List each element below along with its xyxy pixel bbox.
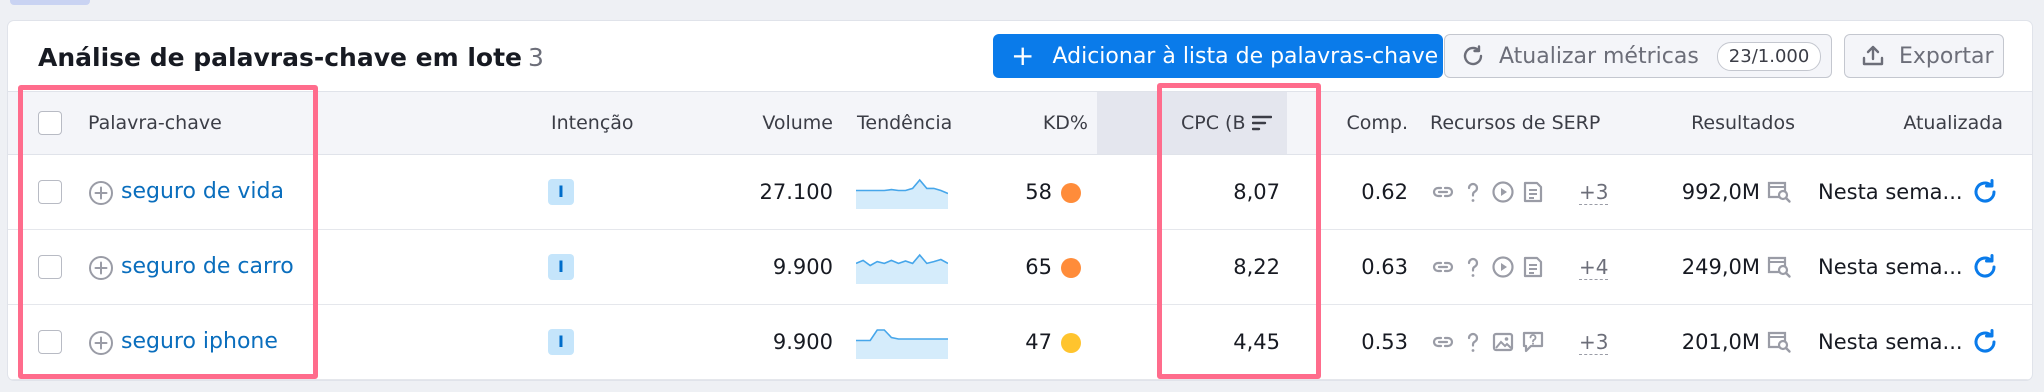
intent-badge: I xyxy=(548,179,574,205)
serp-more-link[interactable]: +3 xyxy=(1579,305,1609,379)
video-icon xyxy=(1490,254,1516,284)
column-serp-features[interactable]: Recursos de SERP xyxy=(1430,92,1600,154)
kd-value: 47 xyxy=(1025,330,1052,354)
refresh-metrics-button[interactable]: Atualizar métricas 23/1.000 xyxy=(1444,34,1832,78)
volume-value: 9.900 xyxy=(772,255,833,279)
serp-more-count: +3 xyxy=(1579,180,1609,205)
video-icon xyxy=(1490,179,1516,209)
question-icon xyxy=(1460,254,1486,284)
panel-title: Análise de palavras-chave em lote 3 xyxy=(38,43,544,72)
refresh-row-icon[interactable] xyxy=(1970,177,2000,207)
keyword-column-highlight-box xyxy=(18,85,318,379)
question-icon xyxy=(1460,179,1486,209)
export-icon xyxy=(1862,45,1884,66)
serp-more-count: +4 xyxy=(1579,255,1609,280)
top-strip xyxy=(0,0,2044,18)
updated-value: Nesta sema... xyxy=(1818,330,1963,354)
keyword-count: 3 xyxy=(528,43,544,72)
serp-more-count: +3 xyxy=(1579,330,1609,355)
panel-title-text: Análise de palavras-chave em lote xyxy=(38,43,523,72)
trend-sparkline xyxy=(855,250,949,288)
faq-icon xyxy=(1520,329,1546,359)
kd-difficulty-dot xyxy=(1061,333,1081,353)
comp-value: 0.63 xyxy=(1361,255,1408,279)
kd-difficulty-dot xyxy=(1061,258,1081,278)
results-value: 992,0M xyxy=(1681,180,1760,204)
kd-value: 65 xyxy=(1025,255,1052,279)
kd-value: 58 xyxy=(1025,180,1052,204)
column-trend[interactable]: Tendência xyxy=(857,92,952,154)
question-icon xyxy=(1460,329,1486,359)
link-icon xyxy=(1430,329,1456,359)
serp-more-link[interactable]: +4 xyxy=(1579,230,1609,304)
serp-snapshot-icon[interactable] xyxy=(1766,179,1792,205)
column-results[interactable]: Resultados xyxy=(1608,92,1795,154)
kd-difficulty-dot xyxy=(1061,183,1081,203)
volume-value: 9.900 xyxy=(772,330,833,354)
refresh-metrics-label: Atualizar métricas xyxy=(1499,43,1699,69)
export-label: Exportar xyxy=(1899,43,1994,69)
comp-value: 0.62 xyxy=(1361,180,1408,204)
column-intent[interactable]: Intenção xyxy=(551,92,634,154)
column-updated[interactable]: Atualizada xyxy=(1828,92,2003,154)
updated-value: Nesta sema... xyxy=(1818,180,1963,204)
panel-header: Análise de palavras-chave em lote 3 + Adi… xyxy=(8,21,2032,91)
refresh-row-icon[interactable] xyxy=(1970,252,2000,282)
export-button[interactable]: Exportar xyxy=(1844,34,2004,78)
serp-snapshot-icon[interactable] xyxy=(1766,329,1792,355)
add-to-keyword-list-label: Adicionar à lista de palavras-chave xyxy=(1052,43,1439,69)
results-value: 249,0M xyxy=(1681,255,1760,279)
volume-value: 27.100 xyxy=(759,180,833,204)
refresh-icon xyxy=(1463,45,1483,66)
keyword-analysis-panel: Análise de palavras-chave em lote 3 + Adi… xyxy=(8,21,2032,380)
comp-value: 0.53 xyxy=(1361,330,1408,354)
article-icon xyxy=(1520,254,1546,284)
intent-badge: I xyxy=(548,329,574,355)
serp-snapshot-icon[interactable] xyxy=(1766,254,1792,280)
link-icon xyxy=(1430,179,1456,209)
intent-badge: I xyxy=(548,254,574,280)
results-value: 201,0M xyxy=(1681,330,1760,354)
link-icon xyxy=(1430,254,1456,284)
serp-more-link[interactable]: +3 xyxy=(1579,155,1609,229)
updated-value: Nesta sema... xyxy=(1818,255,1963,279)
add-to-keyword-list-button[interactable]: + Adicionar à lista de palavras-chave xyxy=(993,34,1443,78)
refresh-quota-badge: 23/1.000 xyxy=(1716,41,1822,71)
plus-icon: + xyxy=(1011,39,1035,72)
image-icon xyxy=(1490,329,1516,359)
tab-indicator xyxy=(10,0,90,5)
refresh-row-icon[interactable] xyxy=(1970,327,2000,357)
column-kd[interactable]: KD% xyxy=(998,92,1088,154)
column-comp[interactable]: Comp. xyxy=(1308,92,1409,154)
cpc-column-highlight-box xyxy=(1157,83,1321,379)
article-icon xyxy=(1520,179,1546,209)
trend-sparkline xyxy=(856,325,948,363)
trend-sparkline xyxy=(856,175,949,213)
column-volume[interactable]: Volume xyxy=(708,92,833,154)
